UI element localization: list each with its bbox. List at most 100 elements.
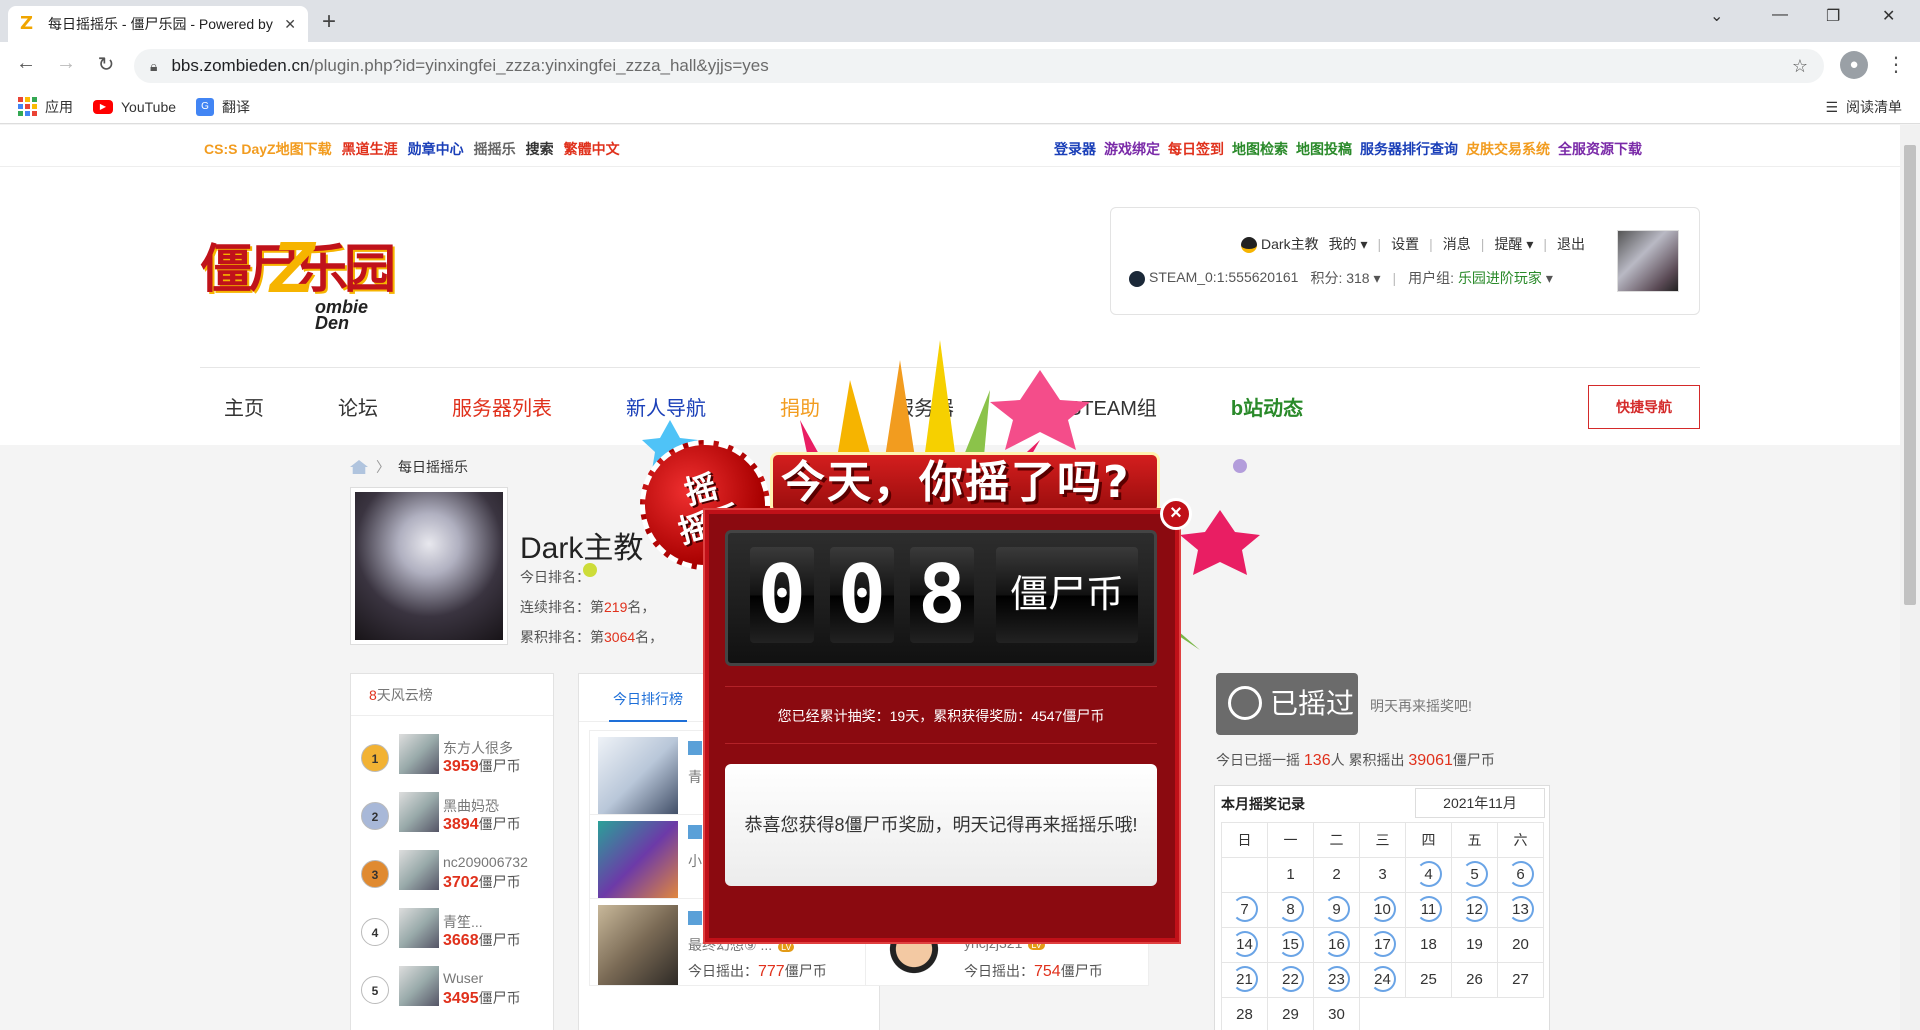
top-link[interactable]: CS:S DayZ地图下载 [204,139,332,159]
browser-tab-active[interactable]: Z 每日摇摇乐 - 僵尸乐园 - Powered by Discuz! ✕ [8,6,308,42]
leaderboard-row[interactable]: 2 黑曲妈恐 3894僵尸币 [361,792,551,848]
calendar-day[interactable]: 21 [1222,963,1268,998]
tab-close-icon[interactable]: ✕ [284,16,296,33]
profile-avatar-icon[interactable]: ● [1840,51,1868,79]
main-nav-item[interactable]: 捐助 [780,392,820,421]
bookmark-apps[interactable]: 应用 [18,97,73,117]
calendar-day[interactable]: 18 [1406,928,1452,963]
site-logo[interactable]: Z 僵尸乐园 ombie Den [200,227,400,332]
main-nav-item[interactable]: 新人导航 [626,392,706,421]
calendar-day[interactable]: 6 [1498,858,1544,893]
popup-close-icon[interactable]: × [1160,498,1192,530]
close-window-icon[interactable]: ✕ [1882,6,1895,26]
already-shaken-button[interactable]: 已摇过 [1216,673,1358,735]
quick-nav-button[interactable]: 快捷导航 [1588,385,1700,429]
page-scrollbar[interactable] [1900,125,1920,1030]
profile-picture[interactable] [350,487,508,645]
top-link[interactable]: 地图投稿 [1296,139,1352,159]
top-link[interactable]: 搜索 [526,139,554,159]
lock-icon[interactable]: 🔒︎ [150,58,157,75]
home-icon[interactable] [350,460,368,474]
calendar-day[interactable]: 29 [1268,998,1314,1030]
bookmark-translate[interactable]: G 翻译 [196,97,250,117]
leaderboard-row[interactable]: 4 青笙... 3668僵尸币 [361,908,551,964]
top-link[interactable]: 每日签到 [1168,139,1224,159]
breadcrumb-current[interactable]: 每日摇摇乐 [398,457,468,477]
reload-icon[interactable]: ↻ [92,52,120,77]
address-bar[interactable]: 🔒︎ bbs.zombieden.cn/plugin.php?id=yinxin… [134,49,1824,83]
calendar-day[interactable]: 28 [1222,998,1268,1030]
rank-avatar[interactable] [399,966,439,1006]
top-link[interactable]: 登录器 [1054,139,1096,159]
top-link[interactable]: 摇摇乐 [474,139,516,159]
calendar-day[interactable]: 11 [1406,893,1452,928]
user-points[interactable]: 积分: 318 ▾ [1310,268,1380,288]
new-tab-button[interactable]: + [322,8,336,36]
calendar-day[interactable]: 16 [1314,928,1360,963]
calendar-day[interactable]: 10 [1360,893,1406,928]
top-link[interactable]: 繁體中文 [564,139,620,159]
main-nav-item[interactable]: b站动态 [1231,392,1303,421]
calendar-day[interactable]: 30 [1314,998,1360,1030]
calendar-day[interactable]: 1 [1268,858,1314,893]
main-nav-item[interactable]: 论坛 [338,392,378,421]
rank-avatar[interactable] [399,734,439,774]
calendar-day[interactable]: 26 [1452,963,1498,998]
calendar-day[interactable]: 4 [1406,858,1452,893]
ranking-card-avatar[interactable] [598,821,678,901]
rank-avatar[interactable] [399,908,439,948]
ranking-card-avatar[interactable] [598,737,678,817]
scrollbar-thumb[interactable] [1904,145,1916,605]
calendar-day[interactable]: 24 [1360,963,1406,998]
calendar-day[interactable]: 15 [1268,928,1314,963]
calendar-day[interactable]: 12 [1452,893,1498,928]
calendar-day[interactable]: 23 [1314,963,1360,998]
tab-search-chevron-icon[interactable]: ⌄ [1710,6,1723,26]
leaderboard-row[interactable]: 3 nc209006732 3702僵尸币 [361,850,551,906]
main-nav-item[interactable]: 主页 [224,392,264,421]
leaderboard-row[interactable]: 5 Wuser 3495僵尸币 [361,966,551,1022]
top-link[interactable]: 地图检索 [1232,139,1288,159]
username-link[interactable]: Dark主教 [1241,234,1319,254]
menu-messages[interactable]: 消息 [1443,234,1471,254]
top-link[interactable]: 全服资源下载 [1558,139,1642,159]
main-nav-item[interactable]: 服务器列表 [452,392,552,421]
calendar-day[interactable]: 22 [1268,963,1314,998]
menu-settings[interactable]: 设置 [1391,234,1419,254]
top-link[interactable]: 勋章中心 [408,139,464,159]
top-link[interactable]: 黑道生涯 [342,139,398,159]
calendar-day[interactable]: 7 [1222,893,1268,928]
rank-avatar[interactable] [399,792,439,832]
calendar-day[interactable]: 3 [1360,858,1406,893]
reading-list[interactable]: ☰ 阅读清单 [1825,90,1902,124]
bookmark-star-icon[interactable]: ☆ [1792,56,1808,77]
calendar-day[interactable]: 2 [1314,858,1360,893]
main-nav-item[interactable]: 服务器 [894,392,954,421]
top-link[interactable]: 服务器排行查询 [1360,139,1458,159]
forward-arrow-icon[interactable]: → [52,52,80,75]
user-avatar[interactable] [1617,230,1679,292]
menu-my[interactable]: 我的 ▾ [1329,234,1368,254]
top-link[interactable]: 皮肤交易系统 [1466,139,1550,159]
top-link[interactable]: 游戏绑定 [1104,139,1160,159]
browser-menu-icon[interactable]: ⋮ [1886,52,1906,77]
minimize-icon[interactable]: — [1772,6,1788,24]
calendar-day[interactable]: 14 [1222,928,1268,963]
calendar-day[interactable]: 25 [1406,963,1452,998]
calendar-day[interactable]: 9 [1314,893,1360,928]
calendar-day[interactable]: 27 [1498,963,1544,998]
rank-avatar[interactable] [399,850,439,890]
calendar-day[interactable]: 20 [1498,928,1544,963]
calendar-day[interactable]: 17 [1360,928,1406,963]
bookmark-youtube[interactable]: ▶ YouTube [93,99,176,115]
calendar-day[interactable]: 5 [1452,858,1498,893]
main-nav-item[interactable]: 加入STEAM组 [1028,392,1157,421]
ranking-card-avatar[interactable] [598,905,678,985]
menu-reminders[interactable]: 提醒 ▾ [1494,234,1533,254]
back-arrow-icon[interactable]: ← [12,52,40,75]
calendar-month-select[interactable]: 2021年11月 [1415,788,1545,818]
menu-logout[interactable]: 退出 [1557,234,1585,254]
tab-today-ranking[interactable]: 今日排行榜 [609,674,687,722]
calendar-day[interactable]: 13 [1498,893,1544,928]
calendar-day[interactable]: 8 [1268,893,1314,928]
